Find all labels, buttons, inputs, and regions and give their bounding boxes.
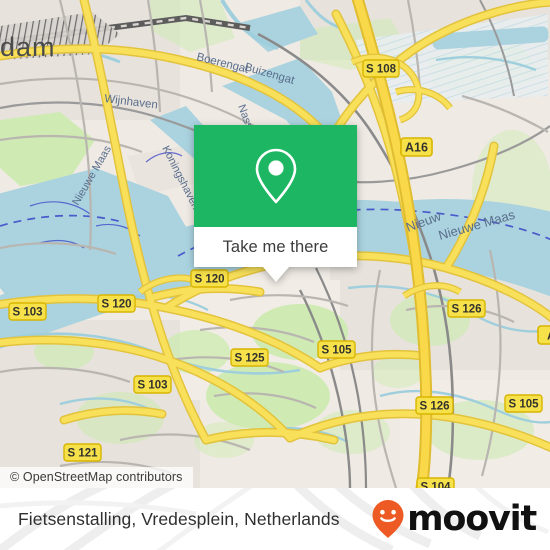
osm-attribution: © OpenStreetMap contributors xyxy=(0,467,193,488)
svg-text:dam: dam xyxy=(0,32,56,62)
footer-content-row: Fietsenstalling, Vredesplein, Netherland… xyxy=(0,488,550,550)
svg-text:S 125: S 125 xyxy=(234,353,265,365)
svg-text:S 121: S 121 xyxy=(67,448,98,460)
moovit-pin-smiley-icon xyxy=(372,500,404,538)
moovit-wordmark: moovit xyxy=(407,498,537,539)
svg-text:S 103: S 103 xyxy=(12,307,42,319)
place-title: Fietsenstalling, Vredesplein, Netherland… xyxy=(18,508,340,529)
svg-text:S 120: S 120 xyxy=(101,299,131,311)
svg-text:A16: A16 xyxy=(405,140,428,154)
location-popup-card[interactable]: Take me there xyxy=(194,125,357,282)
svg-text:S 103: S 103 xyxy=(137,380,167,392)
svg-text:S 126: S 126 xyxy=(451,304,481,316)
svg-text:S 105: S 105 xyxy=(508,399,539,411)
popup-header xyxy=(194,125,357,227)
svg-text:S 126: S 126 xyxy=(419,401,449,413)
svg-text:S 105: S 105 xyxy=(321,345,352,357)
popup-pointer-tail xyxy=(262,267,289,282)
moovit-brand[interactable]: moovit xyxy=(371,498,537,539)
svg-text:S 120: S 120 xyxy=(194,274,224,286)
take-me-there-button[interactable]: Take me there xyxy=(194,227,357,267)
footer-bar: Fietsenstalling, Vredesplein, Netherland… xyxy=(0,488,550,550)
svg-text:S 108: S 108 xyxy=(366,64,397,76)
map-pin-icon xyxy=(255,148,296,204)
map-page: dam Nieuwe Maas Nieuwe Maas Nieuw Koning… xyxy=(0,0,550,550)
